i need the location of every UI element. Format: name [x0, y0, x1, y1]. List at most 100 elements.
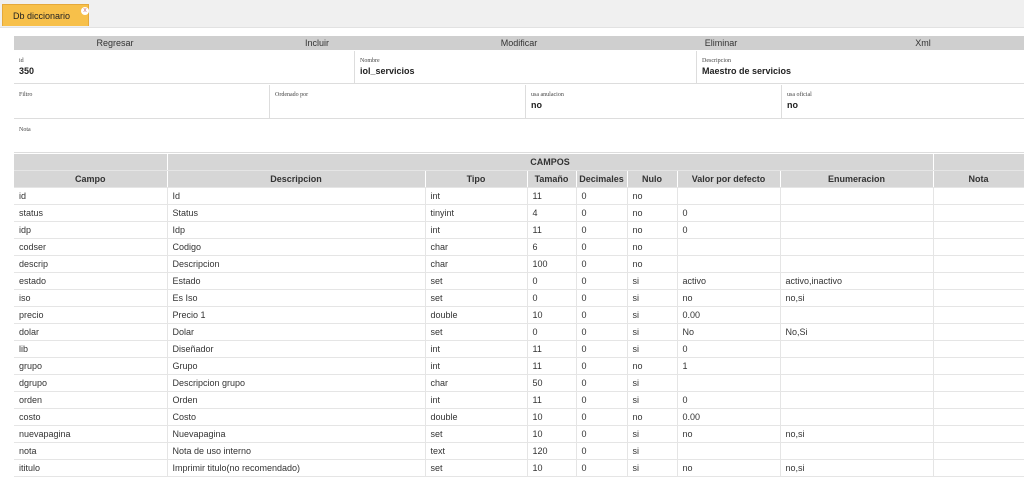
- table-row[interactable]: estado Estado set 0 0 si activo activo,inactivo: [14, 272, 1024, 290]
- cell-campo: estado: [14, 272, 168, 290]
- cell-descripcion: Id: [167, 187, 426, 205]
- header-nulo[interactable]: Nulo: [627, 170, 678, 188]
- cell-enumeracion: no,si: [780, 289, 934, 307]
- cell-campo: ititulo: [14, 459, 168, 477]
- cell-enumeracion: [780, 391, 934, 409]
- filtro-label: Filtro: [19, 92, 33, 98]
- incluir-button[interactable]: Incluir: [216, 36, 418, 50]
- cell-valor-por-defecto: No: [677, 323, 781, 341]
- eliminar-button[interactable]: Eliminar: [620, 36, 822, 50]
- table-row[interactable]: dgrupo Descripcion grupo char 50 0 si: [14, 374, 1024, 392]
- header-campo[interactable]: Campo: [14, 170, 168, 188]
- cell-tamano: 11: [527, 357, 577, 375]
- campos-table: CAMPOS Campo Descripcion Tipo Tamaño Dec…: [14, 154, 1024, 477]
- cell-descripcion: Costo: [167, 408, 426, 426]
- table-header-row: Campo Descripcion Tipo Tamaño Decimales …: [14, 170, 1024, 188]
- xml-button[interactable]: Xml: [822, 36, 1024, 50]
- id-value: 350: [19, 66, 35, 76]
- cell-tipo: set: [425, 425, 528, 443]
- cell-descripcion: Descripcion grupo: [167, 374, 426, 392]
- cell-tipo: text: [425, 442, 528, 460]
- cell-decimales: 0: [576, 272, 628, 290]
- table-row[interactable]: id Id int 11 0 no: [14, 187, 1024, 205]
- cell-nota: [933, 238, 1024, 256]
- cell-campo: precio: [14, 306, 168, 324]
- cell-descripcion: Codigo: [167, 238, 426, 256]
- table-row[interactable]: iso Es Iso set 0 0 si no no,si: [14, 289, 1024, 307]
- header-decimales[interactable]: Decimales: [576, 170, 628, 188]
- header-enumeracion[interactable]: Enumeracion: [780, 170, 934, 188]
- table-row[interactable]: idp Idp int 11 0 no 0: [14, 221, 1024, 239]
- cell-tamano: 11: [527, 187, 577, 205]
- campos-title-spacer: [14, 154, 168, 171]
- cell-descripcion: Estado: [167, 272, 426, 290]
- close-icon[interactable]: x: [81, 7, 89, 15]
- anulacion-value: no: [531, 100, 542, 110]
- table-row[interactable]: dolar Dolar set 0 0 si No No,Si: [14, 323, 1024, 341]
- ordenado-field: Ordenado por: [270, 85, 526, 118]
- cell-enumeracion: [780, 204, 934, 222]
- header-descripcion[interactable]: Descripcion: [167, 170, 426, 188]
- cell-nota: [933, 408, 1024, 426]
- cell-tipo: char: [425, 255, 528, 273]
- nombre-value: iol_servicios: [360, 66, 415, 76]
- cell-nulo: no: [627, 204, 678, 222]
- table-row[interactable]: ititulo Imprimir titulo(no recomendado) se…: [14, 459, 1024, 477]
- cell-campo: grupo: [14, 357, 168, 375]
- cell-nota: [933, 374, 1024, 392]
- cell-decimales: 0: [576, 289, 628, 307]
- cell-campo: id: [14, 187, 168, 205]
- cell-descripcion: Imprimir titulo(no recomendado): [167, 459, 426, 477]
- cell-campo: costo: [14, 408, 168, 426]
- cell-tipo: double: [425, 408, 528, 426]
- cell-nota: [933, 255, 1024, 273]
- table-row[interactable]: precio Precio 1 double 10 0 si 0.00: [14, 306, 1024, 324]
- campos-title: CAMPOS: [167, 154, 934, 171]
- table-row[interactable]: orden Orden int 11 0 si 0: [14, 391, 1024, 409]
- cell-tipo: int: [425, 391, 528, 409]
- header-tamano[interactable]: Tamaño: [527, 170, 577, 188]
- cell-campo: descrip: [14, 255, 168, 273]
- cell-decimales: 0: [576, 255, 628, 273]
- cell-decimales: 0: [576, 391, 628, 409]
- header-tipo[interactable]: Tipo: [425, 170, 528, 188]
- cell-enumeracion: [780, 221, 934, 239]
- cell-tamano: 10: [527, 425, 577, 443]
- cell-tipo: int: [425, 187, 528, 205]
- cell-campo: orden: [14, 391, 168, 409]
- cell-tamano: 11: [527, 340, 577, 358]
- table-row[interactable]: costo Costo double 10 0 no 0.00: [14, 408, 1024, 426]
- table-row[interactable]: lib Diseñador int 11 0 si 0: [14, 340, 1024, 358]
- nombre-field: Nombre iol_servicios: [355, 51, 697, 83]
- cell-valor-por-defecto: [677, 238, 781, 256]
- table-row[interactable]: codser Codigo char 6 0 no: [14, 238, 1024, 256]
- table-row[interactable]: status Status tinyint 4 0 no 0: [14, 204, 1024, 222]
- cell-nota: [933, 221, 1024, 239]
- table-row[interactable]: descrip Descripcion char 100 0 no: [14, 255, 1024, 273]
- tab-bar: Db diccionario x: [0, 0, 1024, 28]
- table-row[interactable]: nuevapagina Nuevapagina set 10 0 si no no,si: [14, 425, 1024, 443]
- cell-nota: [933, 357, 1024, 375]
- nota-label: Nota: [19, 127, 31, 133]
- anulacion-field: usa anulacion no: [526, 85, 782, 118]
- cell-enumeracion: [780, 357, 934, 375]
- table-row[interactable]: grupo Grupo int 11 0 no 1: [14, 357, 1024, 375]
- cell-valor-por-defecto: [677, 187, 781, 205]
- header-nota[interactable]: Nota: [933, 170, 1024, 188]
- cell-enumeracion: No,Si: [780, 323, 934, 341]
- cell-nota: [933, 459, 1024, 477]
- cell-nota: [933, 391, 1024, 409]
- modificar-button[interactable]: Modificar: [418, 36, 620, 50]
- cell-enumeracion: [780, 408, 934, 426]
- regresar-button[interactable]: Regresar: [14, 36, 216, 50]
- cell-nulo: si: [627, 442, 678, 460]
- cell-descripcion: Status: [167, 204, 426, 222]
- cell-decimales: 0: [576, 306, 628, 324]
- cell-campo: status: [14, 204, 168, 222]
- cell-decimales: 0: [576, 340, 628, 358]
- header-valor-por-defecto[interactable]: Valor por defecto: [677, 170, 781, 188]
- cell-tipo: int: [425, 221, 528, 239]
- cell-nota: [933, 306, 1024, 324]
- tab-db-diccionario[interactable]: Db diccionario x: [2, 4, 89, 26]
- table-row[interactable]: nota Nota de uso interno text 120 0 si: [14, 442, 1024, 460]
